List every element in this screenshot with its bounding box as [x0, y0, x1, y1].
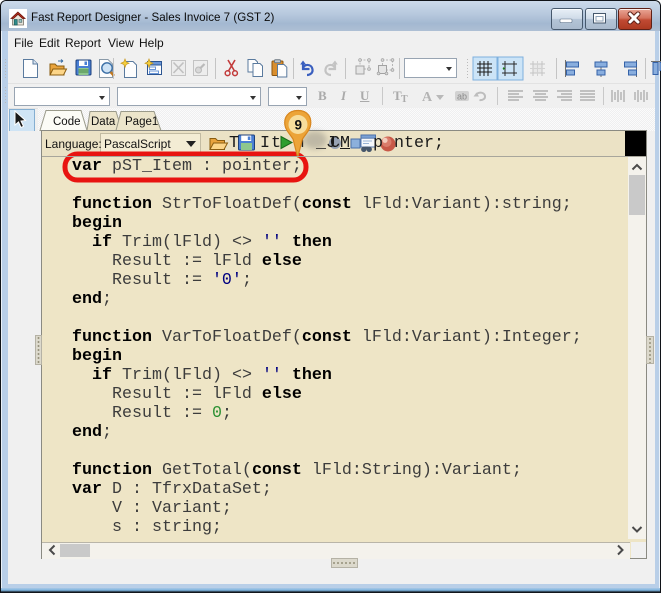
svg-text:ab: ab [457, 92, 467, 102]
svg-text:A: A [422, 90, 433, 105]
svg-text:Page1: Page1 [125, 116, 158, 128]
svg-text:Data: Data [91, 116, 116, 128]
svg-text:T: T [401, 94, 408, 105]
svg-text:9: 9 [294, 118, 302, 133]
svg-text:Code: Code [53, 116, 81, 128]
